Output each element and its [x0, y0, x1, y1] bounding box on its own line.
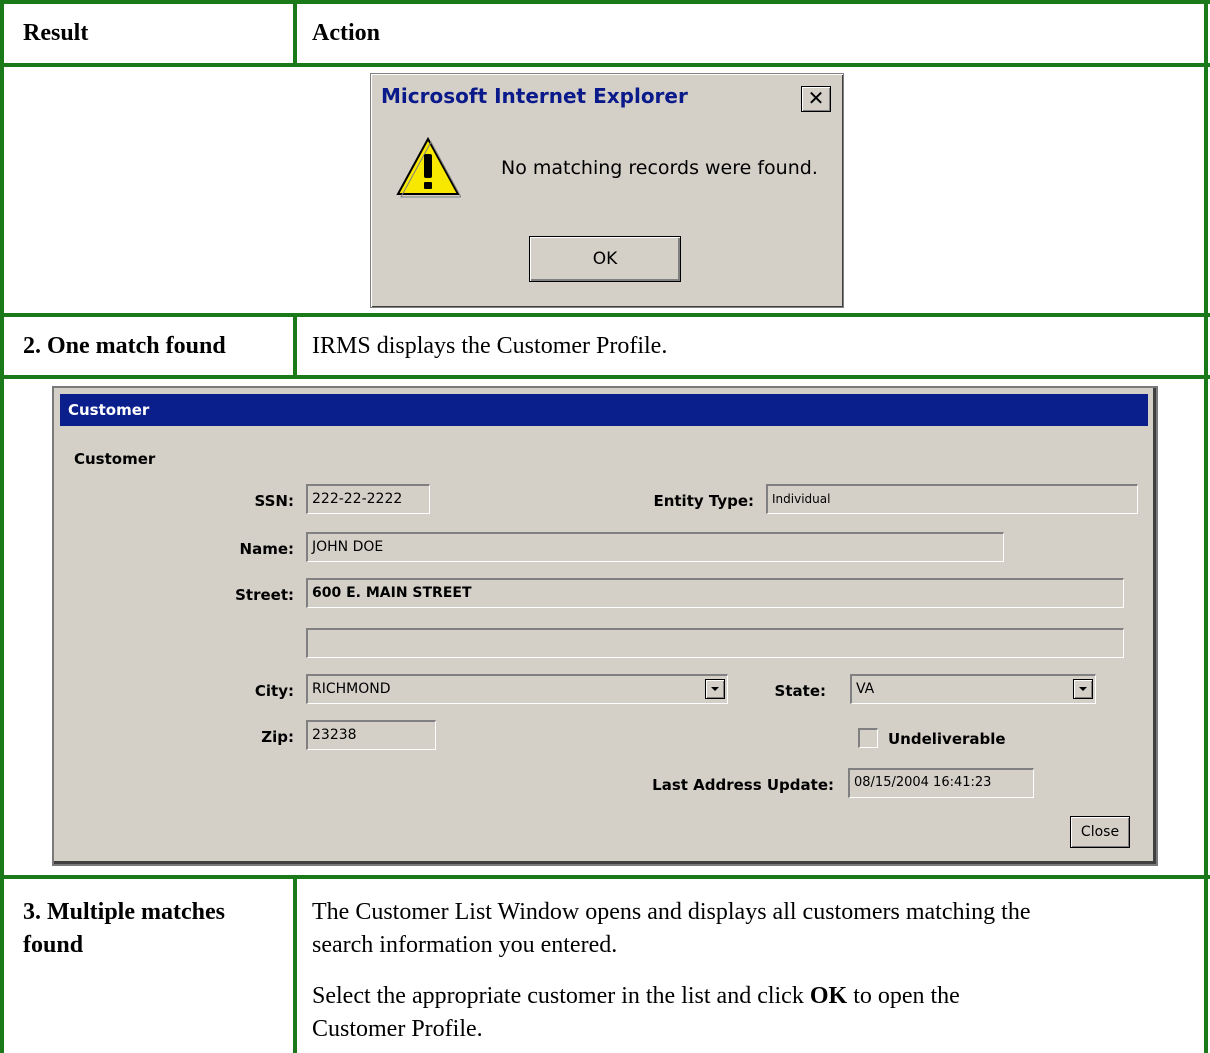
city-select[interactable]: RICHMOND	[306, 674, 728, 704]
ssn-field[interactable]: 222-22-2222	[306, 484, 430, 514]
undeliverable-checkbox[interactable]	[858, 728, 878, 748]
warning-icon	[396, 136, 461, 198]
undeliverable-label: Undeliverable	[888, 730, 1006, 748]
name-label: Name:	[239, 540, 294, 558]
procedure-table: Result Action Microsoft Internet Explore…	[0, 0, 1210, 1053]
row2-result: 2. One match found	[23, 333, 226, 359]
ssn-label: SSN:	[254, 492, 295, 510]
customer-titlebar: Customer	[60, 394, 1148, 426]
row3-action-p2-post: to open the	[847, 983, 960, 1009]
city-label: City:	[254, 682, 294, 700]
entity-type-label: Entity Type:	[653, 492, 754, 510]
header-action: Action	[312, 20, 380, 46]
state-label: State:	[774, 682, 826, 700]
column-divider-row3	[293, 875, 297, 1053]
row-divider-2	[0, 313, 1210, 317]
alert-close-button[interactable]: ✕	[801, 86, 831, 112]
column-divider-header	[293, 0, 297, 66]
table-border-top	[0, 0, 1210, 4]
row3-action-p2-line1: Select the appropriate customer in the l…	[312, 981, 960, 1012]
zip-field[interactable]: 23238	[306, 720, 436, 750]
customer-window-title: Customer	[68, 401, 150, 419]
state-value: VA	[856, 681, 875, 697]
table-border-left	[0, 0, 4, 1053]
last-address-update-label: Last Address Update:	[652, 776, 834, 794]
column-divider-row2	[293, 313, 297, 378]
state-select[interactable]: VA	[850, 674, 1096, 704]
close-button[interactable]: Close	[1070, 816, 1130, 848]
row3-result-line1: 3. Multiple matches	[23, 899, 225, 925]
row3-action-p1-line1: The Customer List Window opens and displ…	[312, 899, 1031, 925]
alert-titlebar: Microsoft Internet Explorer ✕	[375, 78, 839, 118]
street-field[interactable]: 600 E. MAIN STREET	[306, 578, 1124, 608]
row-divider-3	[0, 375, 1210, 379]
last-address-update-field[interactable]: 08/15/2004 16:41:23	[848, 768, 1034, 798]
row-divider-4	[0, 875, 1210, 879]
ok-button[interactable]: OK	[529, 236, 681, 282]
row3-result-line2: found	[23, 932, 84, 958]
name-field[interactable]: JOHN DOE	[306, 532, 1004, 562]
table-border-right	[1204, 0, 1208, 1053]
customer-profile-window: Customer Customer SSN: 222-22-2222 Entit…	[52, 386, 1158, 866]
street-label: Street:	[235, 586, 294, 604]
row3-action-p2-ok: OK	[809, 983, 848, 1009]
row3-action-p2-pre: Select the appropriate customer in the l…	[312, 983, 810, 1009]
city-value: RICHMOND	[312, 681, 391, 697]
alert-title: Microsoft Internet Explorer	[381, 84, 688, 108]
row3-action-p2-line2: Customer Profile.	[312, 1016, 483, 1042]
row3-action-p1-line2: search information you entered.	[312, 932, 618, 958]
street-line2-field[interactable]	[306, 628, 1124, 658]
state-dropdown-arrow-icon[interactable]	[1073, 679, 1093, 699]
row-divider-1	[0, 63, 1210, 67]
no-match-alert-dialog: Microsoft Internet Explorer ✕ No matchin…	[370, 73, 844, 308]
row2-action: IRMS displays the Customer Profile.	[312, 333, 668, 359]
customer-section-label: Customer	[74, 450, 156, 468]
entity-type-field[interactable]: Individual	[766, 484, 1138, 514]
zip-label: Zip:	[261, 728, 294, 746]
alert-message: No matching records were found.	[501, 157, 818, 179]
header-result: Result	[23, 20, 89, 46]
city-dropdown-arrow-icon[interactable]	[705, 679, 725, 699]
